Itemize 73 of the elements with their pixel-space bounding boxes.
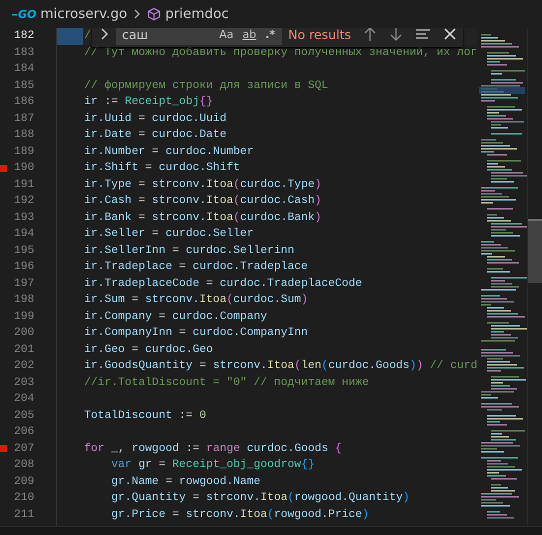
breakpoint-marker[interactable]	[0, 164, 7, 172]
up-arrow-icon[interactable]	[363, 28, 377, 42]
line-number: 191	[14, 178, 34, 191]
line-number: 184	[14, 63, 34, 76]
line-number: 196	[14, 261, 34, 274]
line-number: 209	[14, 476, 34, 488]
lines-icon[interactable]	[415, 28, 431, 41]
code-line: ir.SellerInn = curdoc.Sellerinn	[83, 244, 294, 256]
code-line: // формируем строки для записи в SQL	[83, 80, 328, 92]
line-number: 185	[14, 80, 34, 92]
line-number: 208	[14, 459, 34, 472]
down-arrow-icon[interactable]	[389, 28, 403, 42]
code-line: ir.GoodsQuantity = strconv.Itoa(len(curdoc.Goods)) // curd	[83, 360, 478, 372]
code-line: ir.Sum = strconv.Itoa(curdoc.Sum)	[83, 294, 308, 306]
line-number: 199	[14, 310, 34, 323]
line-number: 205	[14, 410, 34, 422]
close-icon[interactable]	[443, 28, 457, 41]
line-number: 194	[14, 228, 34, 240]
option-toggle[interactable]: Aa	[216, 28, 236, 42]
line-number: 201	[14, 344, 34, 356]
line-number: 195	[14, 244, 34, 257]
code-line: var gr = Receipt_obj_goodrow{}	[110, 459, 315, 471]
line-number: 183	[14, 46, 34, 59]
line-number: 186	[14, 96, 34, 108]
code-line: ir.Company = curdoc.Company	[83, 310, 268, 322]
code-line: ir.Geo = curdoc.Geo	[83, 344, 213, 356]
code-line: TotalDiscount := 0	[83, 410, 206, 422]
line-number: 189	[14, 146, 34, 158]
code-line: ir.CompanyInn = curdoc.CompanyInn	[83, 327, 308, 339]
code-line: ir.Tradeplace = curdoc.Tradeplace	[83, 261, 308, 273]
code-line: ir.Shift = curdoc.Shift	[83, 162, 240, 174]
line-number: 188	[14, 129, 34, 142]
breakpoint-marker[interactable]	[0, 445, 7, 452]
option-toggle[interactable]: ab	[239, 28, 260, 42]
breadcrumb-item[interactable]: microserv.go	[40, 6, 128, 22]
line-number: 200	[14, 327, 34, 340]
line-number: 204	[14, 393, 34, 406]
breadcrumb-item[interactable]: priemdoc	[165, 6, 229, 22]
code-line: ir.Number = curdoc.Number	[83, 146, 254, 158]
code-line: gr.Name = rowgood.Name	[110, 476, 260, 488]
line-number: 203	[14, 376, 34, 389]
line-number: 211	[14, 508, 34, 521]
code-line: ir.Cash = strconv.Itoa(curdoc.Cash)	[83, 195, 322, 207]
option-toggle[interactable]: .*	[262, 28, 278, 42]
line-number: 182	[14, 30, 34, 42]
code-line: gr.Price = strconv.Itoa(rowgood.Price)	[110, 508, 369, 520]
code-line: ir.Type = strconv.Itoa(curdoc.Type)	[83, 178, 322, 190]
line-number: 197	[14, 278, 34, 290]
code-line: ir.Uuid = curdoc.Uuid	[83, 112, 226, 124]
line-number: 207	[14, 442, 34, 455]
code-line: gr.Quantity = strconv.Itoa(rowgood.Quantity)	[110, 492, 410, 504]
code-line: for _, rowgood := range curdoc.Goods {	[83, 442, 342, 454]
line-number: 193	[14, 212, 34, 224]
find-input[interactable]: саш Aa ab .*	[116, 28, 282, 45]
line-number: 192	[14, 195, 34, 208]
line-number: 202	[14, 360, 34, 372]
chevron-icon	[132, 8, 142, 20]
code-line: ir.TradeplaceCode = curdoc.TradeplaceCode	[83, 278, 362, 290]
code-line: ir.Seller = curdoc.Seller	[83, 228, 254, 240]
code-line: //ir.TotalDiscount = "0" // подчитаем ниже	[83, 376, 369, 388]
code-line: /	[83, 30, 91, 42]
line-number: 190	[14, 162, 34, 174]
line-number: 210	[14, 492, 34, 504]
cube-icon	[147, 7, 162, 21]
line-number: 198	[14, 294, 34, 306]
code-line: ir := Receipt_obj{}	[83, 96, 213, 108]
scrollbar-thumb[interactable]	[528, 219, 542, 283]
find-status: No results	[288, 28, 351, 42]
code-line: // Тут можно добавить проверку полученных значений, их лог	[83, 46, 478, 58]
code-line: ir.Date = curdoc.Date	[83, 129, 226, 141]
line-number: 206	[14, 426, 34, 438]
code-line: ir.Bank = strconv.Itoa(curdoc.Bank)	[83, 212, 322, 224]
line-number: 187	[14, 112, 34, 125]
